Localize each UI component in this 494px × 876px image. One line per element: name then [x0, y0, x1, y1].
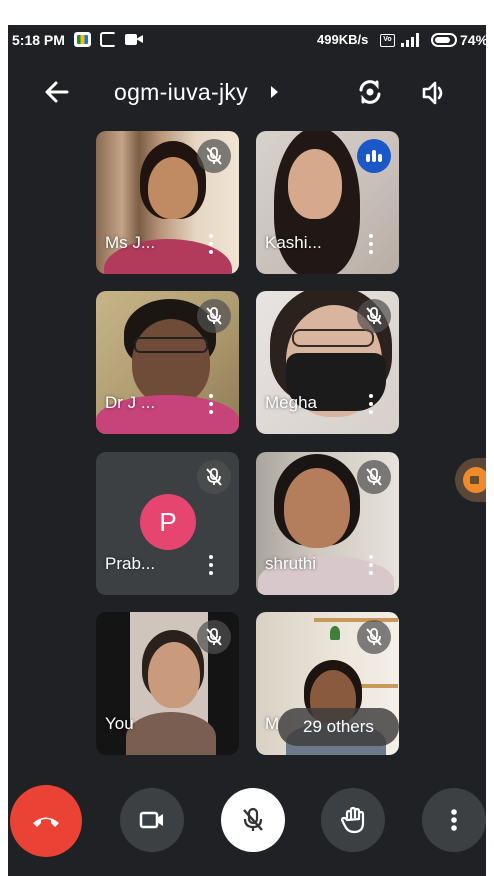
meet-call-screen: 5:18 PM 499KB/s Vo 74% ogm-iuva-jky Ms J… — [8, 25, 486, 876]
participant-name: Megha — [265, 393, 317, 412]
participant-tile[interactable]: shruthi — [256, 452, 399, 595]
participant-body — [126, 712, 216, 755]
volte-icon: Vo — [380, 34, 395, 47]
mic-muted-badge — [197, 299, 231, 333]
participant-name: shruthi — [265, 554, 317, 573]
participant-name: Dr J ... — [105, 393, 156, 412]
signal-icon — [401, 32, 423, 47]
participant-name: Prab... — [105, 554, 156, 573]
mic-toggle-button[interactable] — [221, 788, 285, 852]
participant-tile[interactable]: Megha — [256, 291, 399, 434]
video-icon — [125, 32, 143, 47]
switch-camera-button[interactable] — [355, 77, 385, 107]
participant-name: M — [265, 714, 280, 733]
status-bar: 5:18 PM 499KB/s Vo 74% — [8, 25, 486, 55]
cast-icon — [100, 32, 116, 47]
avatar: P — [140, 494, 196, 550]
participant-tile[interactable]: Kashi... — [256, 131, 399, 274]
more-vert-icon — [451, 809, 457, 831]
speaker-button[interactable] — [419, 78, 449, 108]
participant-face — [148, 642, 200, 708]
speaker-icon — [422, 81, 443, 105]
battery-icon — [431, 33, 457, 47]
mic-muted-badge — [197, 460, 231, 494]
camera-toggle-button[interactable] — [120, 788, 184, 852]
back-arrow-icon — [45, 81, 69, 103]
more-vert-icon[interactable] — [209, 555, 213, 575]
participant-tile[interactable]: Dr J ... — [96, 291, 239, 434]
more-vert-icon[interactable] — [369, 394, 373, 414]
end-call-button[interactable] — [10, 785, 82, 857]
more-vert-icon[interactable] — [209, 394, 213, 414]
back-button[interactable] — [40, 75, 74, 109]
raise-hand-icon — [340, 806, 365, 834]
camera-icon — [139, 811, 163, 829]
more-vert-icon[interactable] — [369, 234, 373, 254]
mic-off-icon — [206, 307, 222, 325]
mic-off-icon — [243, 807, 263, 831]
mic-muted-badge — [357, 620, 391, 654]
glasses-shape — [292, 329, 374, 347]
participant-face — [288, 149, 342, 219]
mic-off-icon — [206, 147, 222, 165]
switch-camera-icon — [359, 80, 381, 104]
participant-face — [284, 468, 350, 548]
participant-name: You — [105, 714, 134, 733]
status-time: 5:18 PM — [12, 32, 65, 48]
participant-name: Kashi... — [265, 233, 322, 252]
raise-hand-button[interactable] — [321, 788, 385, 852]
mic-off-icon — [206, 468, 222, 486]
network-speed: 499KB/s — [317, 32, 369, 47]
more-vert-icon[interactable] — [209, 234, 213, 254]
speaking-indicator-icon — [357, 139, 391, 173]
end-call-icon — [33, 817, 59, 827]
battery-percent: 74% — [460, 32, 486, 48]
participant-tile[interactable]: P Prab... — [96, 452, 239, 595]
meeting-code[interactable]: ogm-iuva-jky — [114, 79, 248, 106]
mic-muted-badge — [197, 620, 231, 654]
mic-muted-badge — [197, 139, 231, 173]
plant-shape — [330, 626, 340, 640]
chevron-right-icon[interactable] — [271, 86, 278, 98]
meet-app-icon — [74, 32, 91, 47]
self-video-tile[interactable]: You — [96, 612, 239, 755]
mic-muted-badge — [357, 460, 391, 494]
participant-name: Ms J... — [105, 233, 156, 252]
participant-tile[interactable]: Ms J... — [96, 131, 239, 274]
more-options-button[interactable] — [422, 788, 486, 852]
mic-muted-badge — [357, 299, 391, 333]
glasses-shape — [134, 337, 208, 353]
more-vert-icon[interactable] — [369, 555, 373, 575]
mic-off-icon — [366, 628, 382, 646]
floating-video-bubble[interactable] — [455, 458, 486, 502]
others-count-button[interactable]: 29 others — [278, 708, 399, 746]
mic-off-icon — [366, 468, 382, 486]
mic-off-icon — [206, 628, 222, 646]
mic-off-icon — [366, 307, 382, 325]
participant-face — [148, 157, 198, 219]
